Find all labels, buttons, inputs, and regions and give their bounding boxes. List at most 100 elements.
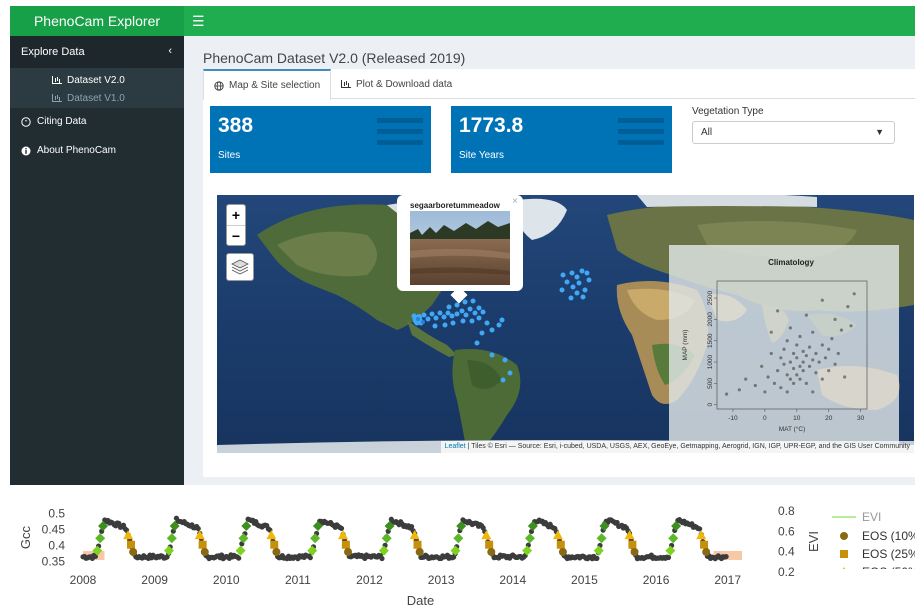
gcc-point	[307, 555, 313, 561]
scatter-point	[846, 305, 850, 309]
sidebar: Explore Data ‹ Dataset V2.0 Dataset V1.0…	[10, 36, 184, 485]
sidebar-item-about[interactable]: About PhenoCam	[21, 145, 116, 156]
scatter-point	[839, 328, 844, 332]
site-years-label: Site Years	[459, 150, 505, 161]
scatter-point	[807, 364, 812, 368]
leaflet-link[interactable]: Leaflet	[445, 443, 466, 450]
scatter-point	[760, 364, 764, 368]
chevron-left-icon: ‹	[168, 45, 172, 57]
hamburger-icon[interactable]: ☰	[192, 12, 205, 30]
eos-marker	[126, 540, 135, 549]
x-tick-label: 2012	[356, 573, 383, 587]
tab-map-site-selection[interactable]: Map & Site selection	[203, 69, 332, 100]
scatter-point	[795, 373, 799, 377]
vegetation-type-value: All	[701, 127, 713, 138]
scatter-point	[795, 343, 799, 347]
x-tick-label: 20	[825, 415, 833, 422]
x-axis-label: Date	[407, 593, 434, 608]
gcc-point	[236, 555, 242, 561]
scatter-point	[785, 373, 789, 377]
zoom-control: + −	[226, 204, 246, 246]
vegetation-type-label: Vegetation Type	[692, 106, 764, 117]
scatter-point	[849, 324, 853, 328]
y-right-tick-label: 0.6	[778, 524, 795, 538]
layers-button[interactable]	[226, 253, 254, 281]
quote-circle-icon: ”	[21, 116, 31, 127]
scatter-point	[852, 292, 856, 296]
eos-marker	[344, 547, 353, 556]
eos-marker	[628, 540, 637, 549]
sos-marker	[596, 533, 607, 544]
sidebar-item-citing-data[interactable]: ” Citing Data	[21, 116, 86, 127]
top-navbar: ☰	[184, 6, 915, 36]
y-tick-label: 2500	[707, 290, 714, 305]
scatter-point	[807, 345, 812, 349]
x-tick-label: 2014	[499, 573, 526, 587]
scatter-point	[804, 354, 808, 358]
zoom-in-button[interactable]: +	[227, 205, 245, 225]
scatter-point	[772, 381, 777, 385]
eos-marker	[702, 547, 711, 556]
scatter-point	[801, 349, 805, 353]
y-tick-label: 0.4	[48, 539, 65, 553]
sos-marker	[166, 533, 177, 544]
x-tick-label: 2016	[643, 573, 670, 587]
scatter-point	[724, 392, 729, 396]
y-axis-label: MAP (mm)	[682, 330, 689, 361]
sidebar-item-dataset-v1[interactable]: Dataset V1.0	[52, 90, 125, 106]
app-brand[interactable]: PhenoCam Explorer	[10, 6, 184, 36]
x-tick-label: 10	[793, 415, 801, 422]
vegetation-type-select[interactable]: All ▼	[692, 121, 895, 144]
x-tick-label: 2015	[571, 573, 598, 587]
legend-label: EOS (25%	[862, 547, 915, 561]
main-content: PhenoCam Dataset V2.0 (Released 2019) Ma…	[184, 36, 915, 485]
sidebar-submenu: Dataset V2.0 Dataset V1.0	[10, 68, 184, 108]
gcc-point	[594, 555, 600, 561]
y-right-tick-label: 0.8	[778, 504, 795, 518]
scatter-point	[791, 381, 796, 385]
tab-bar: Map & Site selection Plot & Download dat…	[203, 69, 915, 100]
y-tick-label: 0.5	[48, 506, 65, 520]
legend-label: EOS (10%	[862, 529, 915, 543]
eos-marker	[272, 547, 281, 556]
scatter-point	[795, 356, 799, 360]
eos-marker	[129, 547, 138, 556]
close-icon[interactable]: ×	[512, 196, 518, 207]
tab-label: Map & Site selection	[229, 80, 321, 91]
scatter-point	[820, 298, 824, 302]
eos-marker	[415, 547, 424, 556]
eos-marker	[696, 530, 707, 540]
scatter-point	[798, 334, 802, 339]
site-popup: segaarboretummeadow ×	[397, 195, 523, 291]
eos-marker	[338, 530, 349, 540]
scatter-point	[788, 360, 793, 364]
scatter-point	[798, 364, 802, 368]
bar-chart-icon	[52, 76, 62, 84]
info-icon	[21, 146, 31, 155]
eos-marker	[200, 547, 209, 556]
zoom-out-button[interactable]: −	[227, 225, 245, 245]
gcc-point	[338, 525, 345, 531]
sidebar-item-dataset-v2[interactable]: Dataset V2.0	[52, 72, 125, 88]
sos-marker	[95, 533, 106, 544]
sidebar-item-explore-data[interactable]: Explore Data ‹	[10, 36, 184, 68]
y-axis-label: Gcc	[18, 525, 33, 549]
bar-chart-icon	[52, 94, 62, 102]
sites-count: 388	[218, 114, 254, 137]
scatter-point	[820, 377, 824, 381]
site-photo[interactable]	[410, 211, 510, 285]
eos-marker	[630, 547, 639, 556]
scatter-point	[788, 377, 793, 381]
eos-marker	[700, 540, 709, 549]
legend-label: EVI	[862, 510, 881, 524]
scatter-point	[811, 358, 815, 362]
eos-marker	[194, 530, 205, 540]
scatter-point	[769, 351, 773, 356]
svg-text:”: ”	[24, 119, 27, 126]
scatter-point	[804, 381, 808, 385]
tab-plot-download[interactable]: Plot & Download data	[331, 69, 462, 99]
eos-marker	[341, 540, 350, 549]
scatter-point	[782, 362, 786, 366]
x-tick-label: 2011	[285, 573, 311, 587]
site-map[interactable]: + − segaarboretummeadow × Climatology -1…	[217, 195, 914, 453]
